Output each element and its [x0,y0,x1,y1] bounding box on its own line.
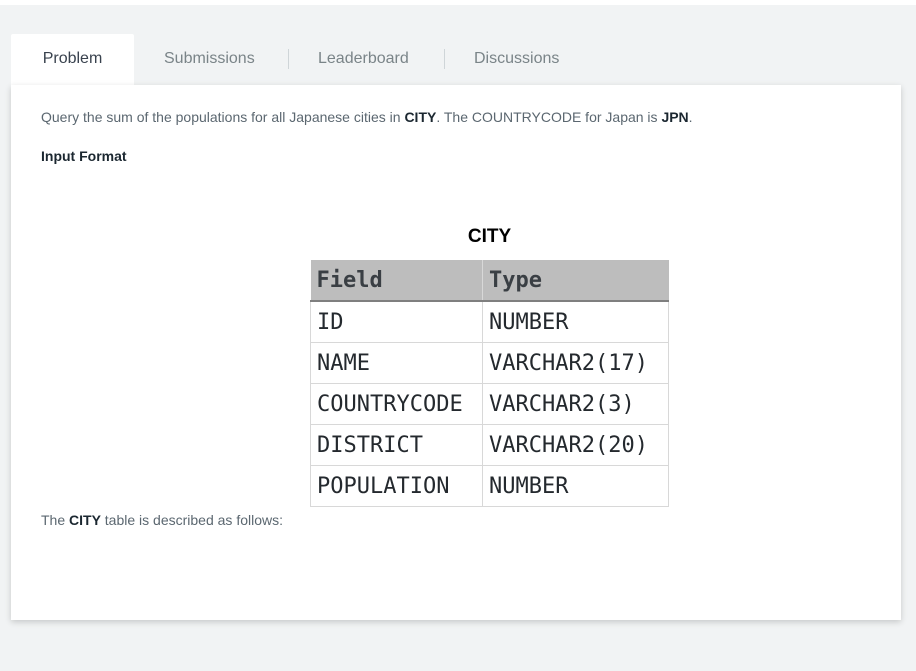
schema-table: Field Type ID NUMBER NAME VARCHAR2(17) C… [310,260,669,507]
table-row: COUNTRYCODE VARCHAR2(3) [310,383,669,425]
tab-separator [444,49,445,69]
tab-problem[interactable]: Problem [11,34,134,85]
after-text-table-name: CITY [69,512,101,528]
problem-description: Query the sum of the populations for all… [41,109,693,125]
problem-card: Problem Submissions Leaderboard Discussi… [11,34,901,620]
schema-header-row: Field Type [310,260,669,302]
tab-bar: Problem Submissions Leaderboard Discussi… [11,34,901,85]
description-text: . [688,109,693,125]
description-table-name: CITY [404,109,437,125]
table-row: POPULATION NUMBER [310,465,669,507]
table-description: The CITY table is described as follows: [41,512,283,528]
type-cell: NUMBER [482,465,669,507]
description-text: Query the sum of the populations for all… [41,109,405,125]
description-country-code: JPN [661,109,689,125]
field-cell: ID [310,300,483,343]
description-text: . The COUNTRYCODE for Japan is [436,109,662,125]
field-cell: COUNTRYCODE [310,383,483,425]
tab-submissions[interactable]: Submissions [164,34,255,85]
field-cell: NAME [310,342,483,384]
after-text-part: table is described as follows: [100,512,283,528]
schema-header-field: Field [310,260,483,302]
after-text-part: The [41,512,70,528]
tab-separator [288,49,289,69]
type-cell: VARCHAR2(17) [482,342,669,384]
tab-discussions[interactable]: Discussions [474,34,559,85]
schema-header-type: Type [482,260,669,302]
problem-panel: Query the sum of the populations for all… [11,85,901,620]
table-row: NAME VARCHAR2(17) [310,342,669,384]
field-cell: DISTRICT [310,424,483,466]
tab-leaderboard[interactable]: Leaderboard [318,34,409,85]
type-cell: VARCHAR2(20) [482,424,669,466]
field-cell: POPULATION [310,465,483,507]
input-format-heading: Input Format [41,148,127,164]
schema-table-caption: CITY [467,226,512,247]
type-cell: VARCHAR2(3) [482,383,669,425]
top-strip [0,0,916,5]
table-row: DISTRICT VARCHAR2(20) [310,424,669,466]
table-row: ID NUMBER [310,300,669,343]
type-cell: NUMBER [482,300,669,343]
